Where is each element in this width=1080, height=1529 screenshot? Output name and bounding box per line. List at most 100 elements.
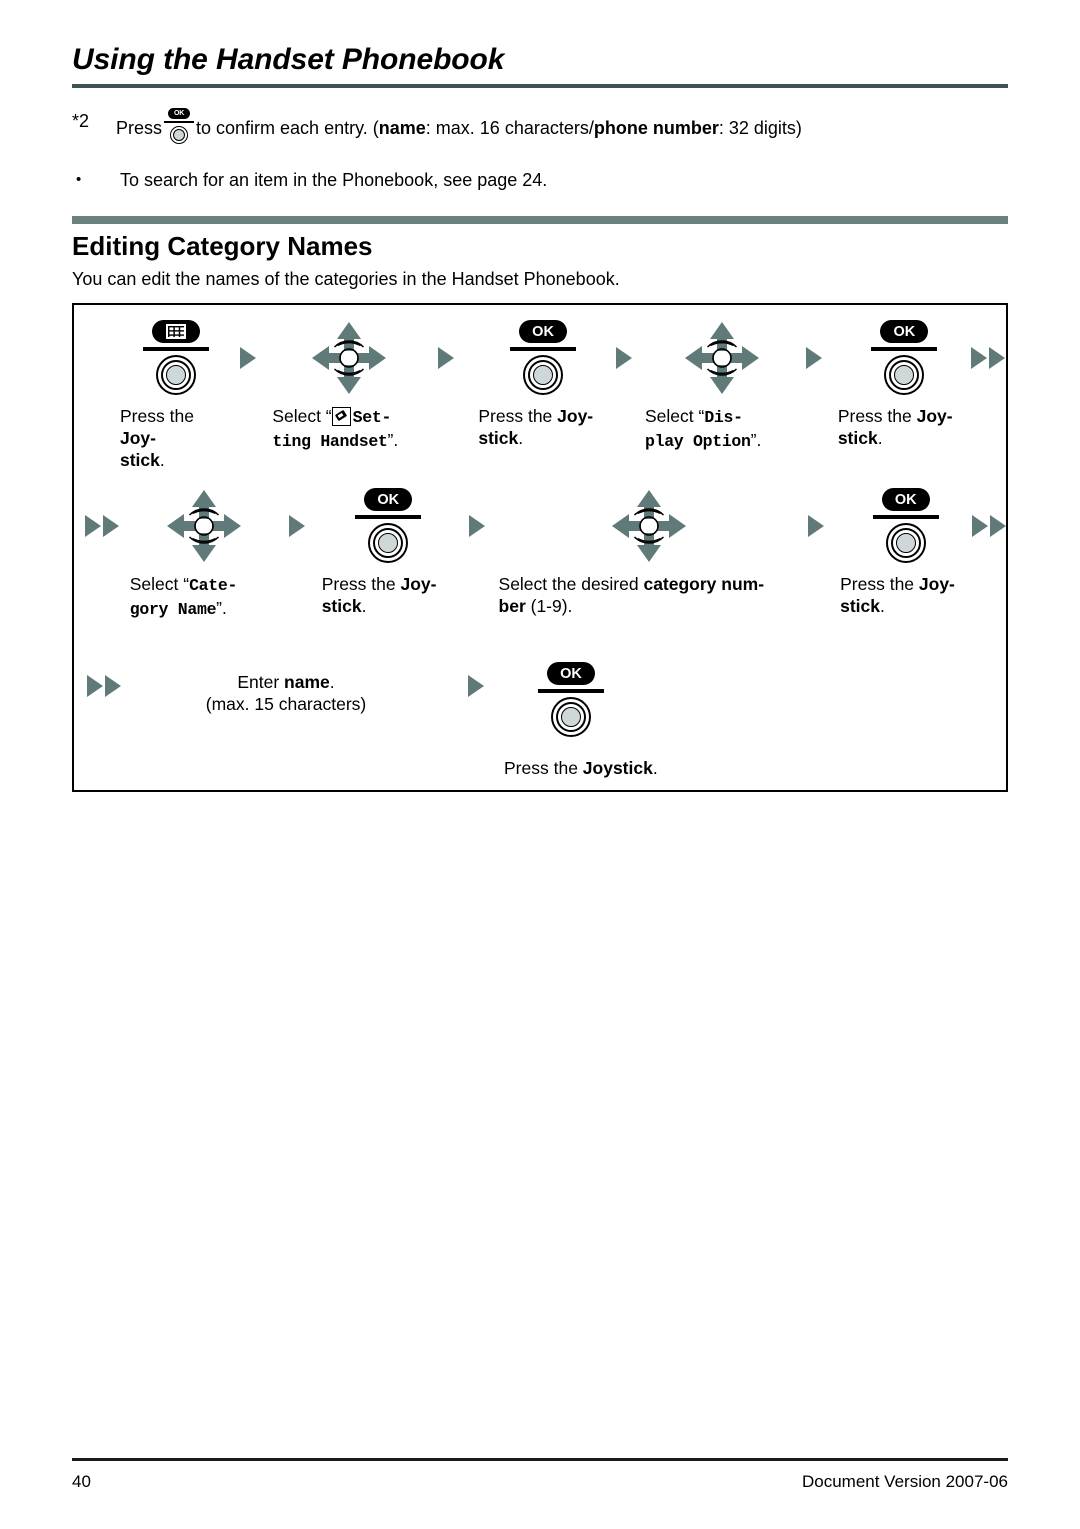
flow-arrow-6 (455, 487, 499, 565)
joystick-divider (871, 347, 938, 351)
section-divider-bar (72, 216, 1008, 224)
caption-select-open: Select “ (272, 406, 332, 426)
caption-enter: Enter (237, 672, 285, 692)
arrow-right-icon (989, 515, 1006, 537)
note-marker: *2 (72, 111, 90, 131)
ok-label: OK (893, 323, 916, 340)
arrow-right-icon (971, 515, 988, 537)
flow-arrow-2 (426, 319, 467, 397)
page-header: Using the Handset Phonebook (72, 42, 1008, 88)
step-caption: Select the desired category num-ber (1-9… (499, 573, 800, 617)
navigator-svg (684, 322, 759, 394)
four-way-navigator-icon (311, 321, 387, 395)
step-press-joystick-4: OK Press the Joy-stick. (316, 487, 455, 617)
note-text-search: To search for an item in the Phonebook, … (120, 170, 548, 190)
caption-select-open: Select “ (645, 406, 705, 426)
step-caption: Press the Joy-stick. (322, 573, 455, 617)
caption-press-the: Press the (837, 406, 917, 426)
four-way-navigator-icon (166, 489, 242, 563)
caption-close-quote: ”. (216, 598, 227, 618)
step-press-joystick-2: OK Press the Joy-stick. (466, 319, 607, 449)
arrow-right-icon (105, 675, 121, 697)
joystick-divider (538, 689, 604, 693)
joystick-divider (872, 515, 939, 519)
page-footer: 40 Document Version 2007-06 (72, 1470, 1008, 1494)
step-caption: Select “Cate-gory Name”. (130, 573, 278, 621)
caption-max-chars: (max. 15 characters) (205, 694, 367, 714)
caption-mono-line1: Set- (352, 408, 392, 427)
flow-arrow-wrap-start-1 (74, 487, 124, 565)
icon-slot: OK (838, 319, 971, 397)
joystick-center (561, 707, 581, 727)
intro-notes: *2 Press OK to confirm each entry. (name: … (72, 108, 1008, 193)
ok-joystick-icon: OK (355, 488, 422, 564)
page-number: 40 (72, 1472, 91, 1491)
navigator-svg (611, 490, 686, 562)
ok-label: OK (560, 665, 582, 682)
menu-button-pill (152, 320, 201, 343)
ok-label: OK (532, 323, 554, 340)
arrow-right-icon (807, 515, 824, 537)
header-rule (72, 84, 1008, 88)
step-caption: Press the Joy-stick. (120, 405, 233, 471)
step-caption: Press the Joy-stick. (838, 405, 971, 449)
joystick-divider (143, 347, 210, 351)
caption-period: . (652, 758, 658, 778)
caption-category-num: category num- (643, 574, 765, 594)
caption-stick: stick (321, 596, 362, 616)
caption-press-the: Press the (504, 758, 583, 778)
caption-period: . (877, 428, 883, 448)
joystick-divider (164, 121, 195, 123)
ok-button-pill: OK (881, 488, 930, 511)
step-caption: Enter name. (max. 15 characters) (128, 671, 448, 715)
joystick-inner-ring (173, 129, 186, 141)
step-enter-name: Enter name. (max. 15 characters) (128, 657, 448, 715)
icon-slot (645, 319, 798, 397)
bullet-marker: • (76, 171, 82, 188)
arrow-right-icon (288, 515, 305, 537)
note-text-chars: : max. 16 characters/ (425, 118, 594, 138)
note-text-press: Press (116, 118, 163, 138)
caption-stick: stick (840, 596, 880, 616)
step-select-category-number: Select the desired category num-ber (1-9… (499, 487, 800, 617)
caption-period: . (329, 672, 335, 692)
caption-mono-line2: play Option (645, 432, 751, 451)
procedure-row-3: Enter name. (max. 15 characters) OK Press… (74, 657, 1006, 779)
caption-period: . (361, 596, 367, 616)
procedure-row-2: Select “Cate-gory Name”. OK Press the Jo… (74, 487, 1006, 621)
joystick-divider (355, 515, 422, 519)
navigator-svg (166, 490, 241, 562)
flow-arrow-8 (448, 657, 504, 715)
four-way-navigator-icon (611, 489, 687, 563)
menu-joystick-icon (143, 320, 210, 396)
arrow-right-icon (84, 515, 101, 537)
ok-joystick-icon: OK (872, 488, 939, 564)
caption-stick: stick (837, 428, 878, 448)
arrow-right-icon (989, 347, 1006, 369)
step-press-joystick-1: Press the Joy-stick. (74, 319, 233, 471)
joystick-divider (510, 347, 577, 351)
navigator-svg (312, 322, 386, 394)
footer-rule (72, 1458, 1008, 1461)
caption-select-open: Select “ (129, 574, 190, 594)
note-text-digits: : 32 digits) (718, 118, 802, 138)
ok-label: OK (894, 491, 917, 508)
arrow-right-icon (468, 675, 484, 697)
caption-joystick: Joystick (582, 758, 653, 778)
step-caption: Press the Joy-stick. (840, 573, 971, 617)
ok-pill-label: OK (168, 108, 191, 119)
step-caption: Press the Joystick. (504, 757, 744, 779)
ok-joystick-icon: OK (164, 108, 195, 146)
ok-joystick-icon: OK (538, 662, 604, 738)
grid-menu-icon (166, 324, 187, 339)
arrow-right-icon (102, 515, 119, 537)
step-caption: Select “ Set-ting Handset”. (272, 405, 425, 453)
flow-arrow-1 (233, 319, 263, 397)
caption-joy: Joy- (557, 406, 594, 426)
arrow-right-icon (239, 347, 256, 369)
icon-slot: OK (840, 487, 971, 565)
ok-joystick-icon: OK (510, 320, 577, 396)
document-page: Using the Handset Phonebook *2 Press OK to… (0, 0, 1080, 1529)
joystick-center (895, 533, 916, 553)
caption-period: . (518, 428, 524, 448)
